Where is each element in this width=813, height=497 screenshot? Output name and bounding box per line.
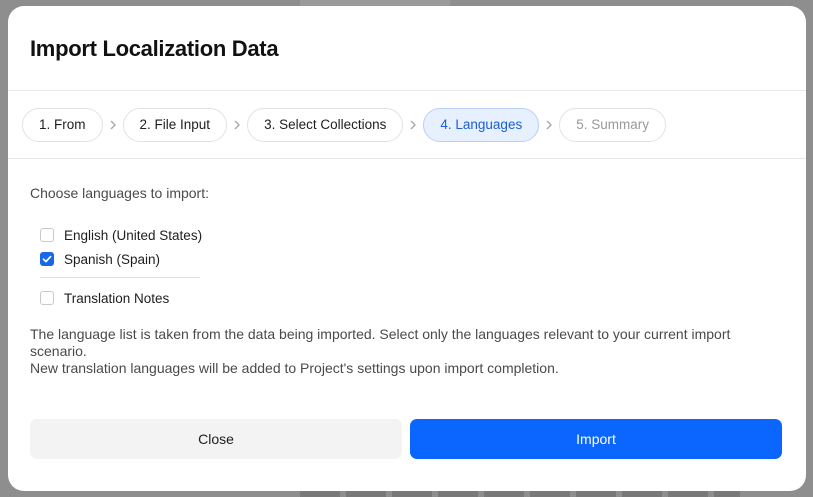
language-option-english[interactable]: English (United States) [40,223,784,247]
dialog-header: Import Localization Data [8,6,806,91]
option-translation-notes[interactable]: Translation Notes [40,286,784,310]
close-button[interactable]: Close [30,419,402,459]
checkbox-english[interactable] [40,228,54,242]
language-list: English (United States) Spanish (Spain) … [30,223,784,310]
language-option-spanish[interactable]: Spanish (Spain) [40,247,784,271]
step-from[interactable]: 1. From [22,107,103,142]
import-localization-dialog: Import Localization Data 1. From 2. File… [8,6,806,491]
dialog-footer: Close Import [30,419,782,459]
info-text: The language list is taken from the data… [30,326,760,377]
info-line-2: New translation languages will be added … [30,360,559,376]
chevron-right-icon [539,120,559,130]
dialog-title: Import Localization Data [30,36,279,61]
language-label: Spanish (Spain) [64,251,161,267]
translation-notes-label: Translation Notes [64,290,170,306]
stepper: 1. From 2. File Input 3. Select Collecti… [8,91,806,159]
check-icon [42,255,52,263]
step-languages[interactable]: 4. Languages [423,107,540,142]
import-button[interactable]: Import [410,419,782,459]
step-summary: 5. Summary [559,107,666,142]
step-select-collections[interactable]: 3. Select Collections [247,107,404,142]
step-file-input[interactable]: 2. File Input [122,107,228,142]
checkbox-translation-notes[interactable] [40,291,54,305]
chevron-right-icon [403,120,423,130]
info-line-1: The language list is taken from the data… [30,326,731,359]
chevron-right-icon [227,120,247,130]
list-divider [40,277,200,278]
language-label: English (United States) [64,227,203,243]
dialog-body: Choose languages to import: English (Uni… [8,159,806,377]
checkbox-spanish[interactable] [40,252,54,266]
chevron-right-icon [103,120,123,130]
languages-prompt: Choose languages to import: [30,185,209,201]
